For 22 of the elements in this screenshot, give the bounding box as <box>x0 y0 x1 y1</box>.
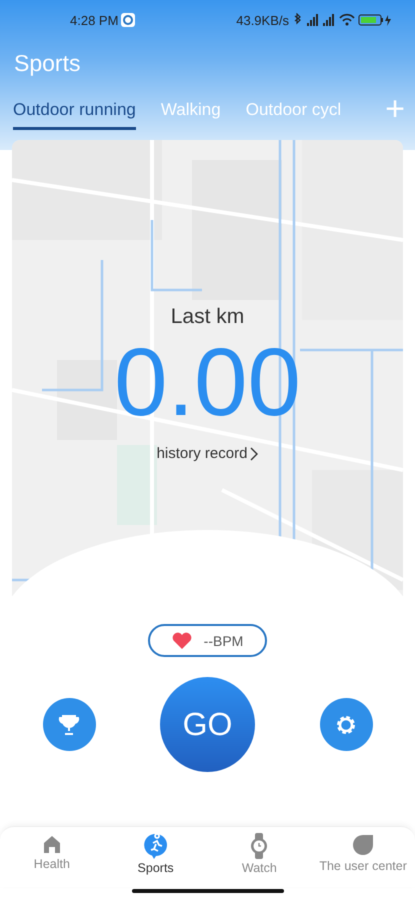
chevron-right-icon <box>250 446 258 460</box>
settings-button[interactable] <box>320 698 372 751</box>
watch-icon <box>249 833 270 859</box>
heart-rate-reading: --BPM <box>204 632 244 648</box>
page-title: Sports <box>13 49 82 78</box>
trophy-button[interactable] <box>42 698 96 751</box>
heart-icon <box>172 632 192 649</box>
distance-caption: Last km <box>170 305 244 329</box>
go-button[interactable]: GO <box>160 677 255 772</box>
runner-icon <box>144 833 168 859</box>
sport-tab[interactable]: Outdoor running <box>13 100 136 130</box>
history-record-link[interactable]: history record <box>156 445 258 462</box>
nav-item[interactable]: Watch <box>208 827 312 887</box>
app-notification-icon <box>121 13 136 27</box>
nav-item[interactable]: Sports <box>104 827 208 887</box>
network-speed: 43.9KB/s <box>236 12 289 28</box>
nav-item[interactable]: The user center <box>311 827 415 887</box>
trophy-icon <box>58 714 80 736</box>
nav-item[interactable]: Health <box>0 827 104 887</box>
status-time: 4:28 PM <box>70 12 118 28</box>
distance-value: 0.00 <box>114 335 301 431</box>
leaf-icon <box>351 833 376 857</box>
